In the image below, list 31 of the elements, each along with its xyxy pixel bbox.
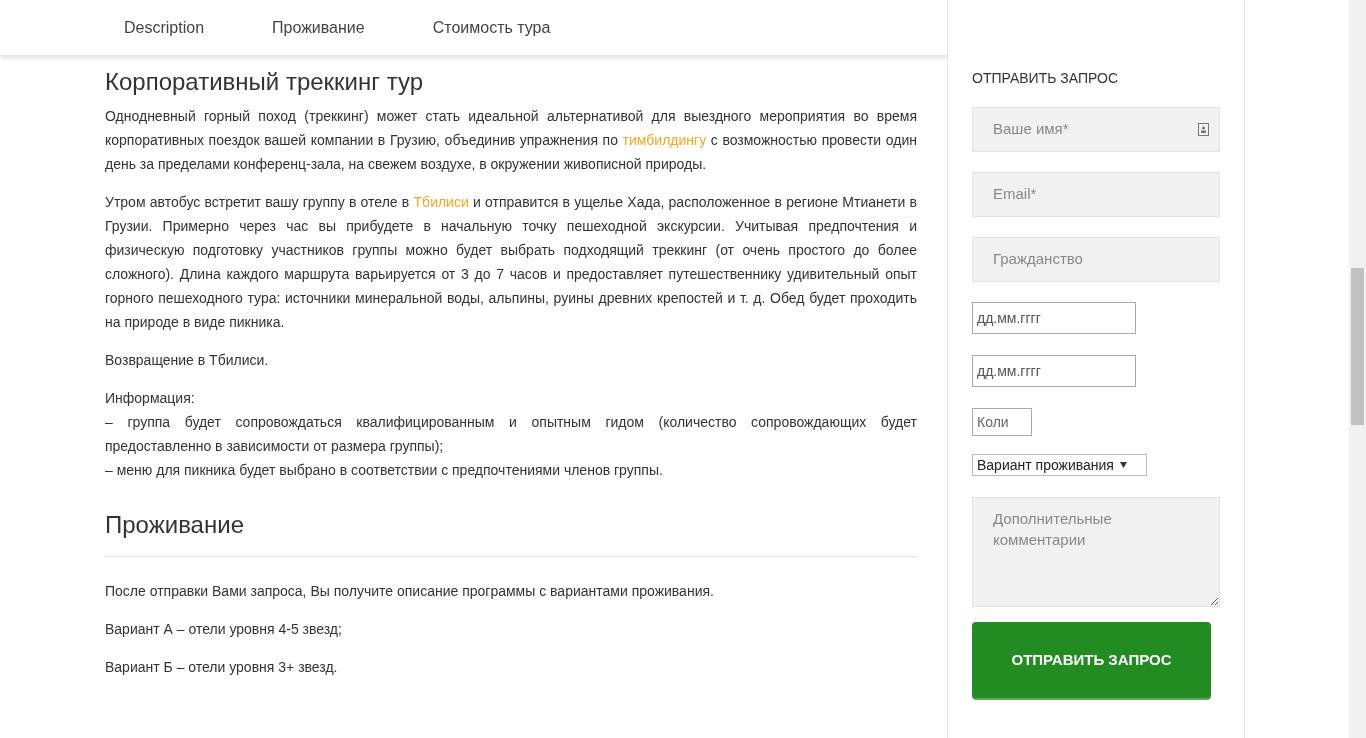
scrollbar-thumb[interactable] [1351, 268, 1364, 425]
tab[interactable]: Стоимость тура [413, 9, 570, 46]
text-line: Информация: [105, 389, 196, 408]
date-field[interactable]: дд.мм.гггг [972, 302, 1136, 334]
paragraph: Вариант Б – отели уровня 3+ звезд. [105, 658, 339, 677]
input-field[interactable]: Email* [972, 172, 1220, 217]
placeholder-text: Гражданство [993, 249, 1084, 270]
date-field[interactable]: дд.мм.гггг [972, 355, 1136, 387]
scrollbar[interactable] [1349, 0, 1366, 738]
accommodation-dropdown[interactable]: Вариант проживания [972, 454, 1147, 476]
paragraph: Однодневный горный поход (треккинг) может стать идеальной альтернативой для выездного мероприятия во время корпоративных поездок вашей компании в Грузию, объединив упражнения по тимбилдингу с возможностью провести один день за пределами конференц-зала, на свежем воздухе, в окружении живописной природы. [105, 107, 917, 174]
section-heading: Корпоративный треккинг тур [105, 67, 425, 97]
input-field[interactable]: Гражданство [972, 237, 1220, 282]
text-line: – меню для пикника будет выбрано в соответствии с предпочтениями членов группы. [105, 461, 664, 480]
tab[interactable]: Проживание [253, 9, 384, 46]
text-line: – группа будет сопровождаться квалифицированным и опытным гидом (количество сопровождающих будет предоставленно в зависимости от размера группы); [105, 413, 917, 456]
caret-icon [1119, 462, 1127, 468]
paragraph: После отправки Вами запроса, Вы получите описание программы с вариантами проживания. [105, 582, 715, 601]
input-field[interactable]: Ваше имя* [972, 107, 1220, 152]
quantity-field[interactable]: Коли [972, 408, 1032, 436]
comments-field[interactable]: Дополнительные комментарии [972, 497, 1220, 607]
form-title: ОТПРАВИТЬ ЗАПРОС [972, 69, 1119, 88]
paragraph: Утром автобус встретит вашу группу в отеле в Тбилиси и отправится в ущелье Хада, расположенное в регионе Мтианети в Грузии. Примерно через час вы прибудете в начальную точку пешеходной экскурсии. Учитывая предпочтения и физическую подготовку участников группы можно будет выбрать подходящий треккинг (от очень простого до более сложного). Длина каждого маршрута варьируется от 3 до 7 часов и предоставляет путешественнику удивительный опыт горного пешеходного тура: источники минеральной воды, альпины, руины древних крепостей и т. д. Обед будет проходить на природе в виде пикника. [105, 193, 917, 332]
placeholder-text: Email* [993, 184, 1038, 205]
paragraph: Возвращение в Тбилиси. [105, 351, 270, 370]
section-heading: Проживание [105, 510, 245, 540]
placeholder-text: Ваше имя* [993, 119, 1070, 140]
paragraph: Вариант А – отели уровня 4-5 звезд; [105, 620, 343, 639]
dropdown-value: Вариант проживания [977, 455, 1114, 475]
tab[interactable]: Description [105, 9, 224, 46]
submit-button[interactable]: ОТПРАВИТЬ ЗАПРОС [972, 622, 1211, 698]
